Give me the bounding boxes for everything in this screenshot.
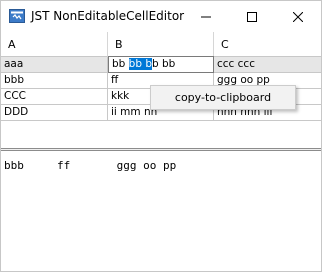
editor-text-after: b bb [152,58,176,70]
table-cell[interactable]: aaa [1,57,108,73]
window-title: JST NonEditableCellEditor [31,9,185,23]
column-header-a[interactable]: A [1,32,108,57]
table-cell[interactable]: bbb [1,73,108,89]
editor-selected-text: bb b [128,58,153,70]
column-header-c[interactable]: C [214,32,321,57]
table-row[interactable]: aaa bb bb bb bb ccc ccc [1,56,321,73]
menu-item-copy-to-clipboard[interactable]: copy-to-clipboard [151,86,295,109]
maximize-icon [247,11,257,22]
table-header: A B C [1,32,321,57]
output-text: bbb ff ggg oo pp [4,159,177,172]
column-header-b[interactable]: B [108,32,214,57]
minimize-icon [201,16,211,17]
minimize-button[interactable] [183,1,229,32]
table-cell[interactable]: ccc ccc [214,57,321,73]
java-app-icon [9,9,25,23]
close-icon [293,11,303,22]
editor-text-before: bb [112,58,129,70]
app-window: JST NonEditableCellEditor A B C aaa bb b… [0,0,322,272]
table-cell[interactable]: CCC [1,89,108,105]
cell-editor[interactable]: bb bb bb bb [108,56,214,73]
table-cell[interactable]: DDD [1,105,108,121]
output-text-area[interactable]: bbb ff ggg oo pp [1,150,321,271]
close-button[interactable] [275,1,321,32]
title-bar[interactable]: JST NonEditableCellEditor [1,1,321,32]
context-menu: copy-to-clipboard [150,85,296,110]
maximize-button[interactable] [229,1,275,32]
